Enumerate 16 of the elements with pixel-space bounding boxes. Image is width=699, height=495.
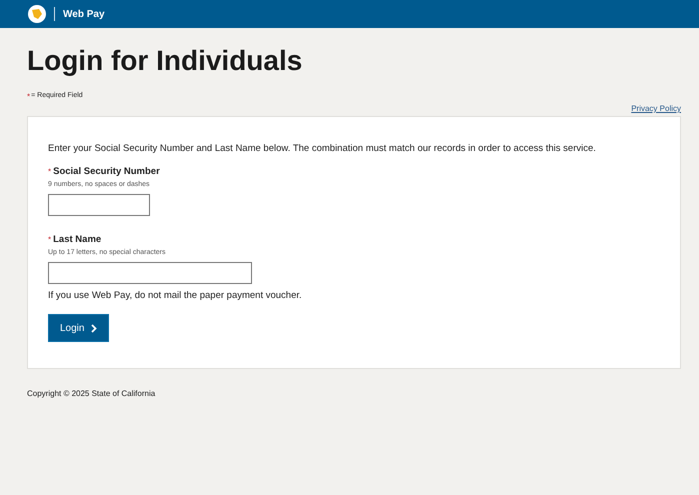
- logo-icon: [28, 5, 46, 23]
- field-label: Social Security Number: [53, 166, 160, 177]
- required-asterisk: *: [48, 235, 52, 244]
- copyright-text: Copyright © 2025 State of California: [27, 389, 156, 398]
- notice-text: If you use Web Pay, do not mail the paper payment voucher.: [48, 290, 303, 301]
- privacy-policy-link[interactable]: Privacy Policy: [631, 104, 681, 113]
- chevron-icon: [91, 324, 98, 332]
- login-button[interactable]: Login: [48, 314, 110, 342]
- field-label: Last Name: [53, 234, 102, 245]
- input-field[interactable]: [48, 194, 150, 216]
- page-heading: Login for Individuals: [27, 44, 304, 78]
- intro-text: Enter your Social Security Number and Last Name below. The combination must match our records in order to access this service.: [48, 143, 597, 154]
- app-title: Web Pay: [63, 8, 104, 20]
- input-field[interactable]: [48, 262, 252, 284]
- required-asterisk: *: [48, 167, 52, 176]
- required-asterisk: *: [27, 92, 30, 101]
